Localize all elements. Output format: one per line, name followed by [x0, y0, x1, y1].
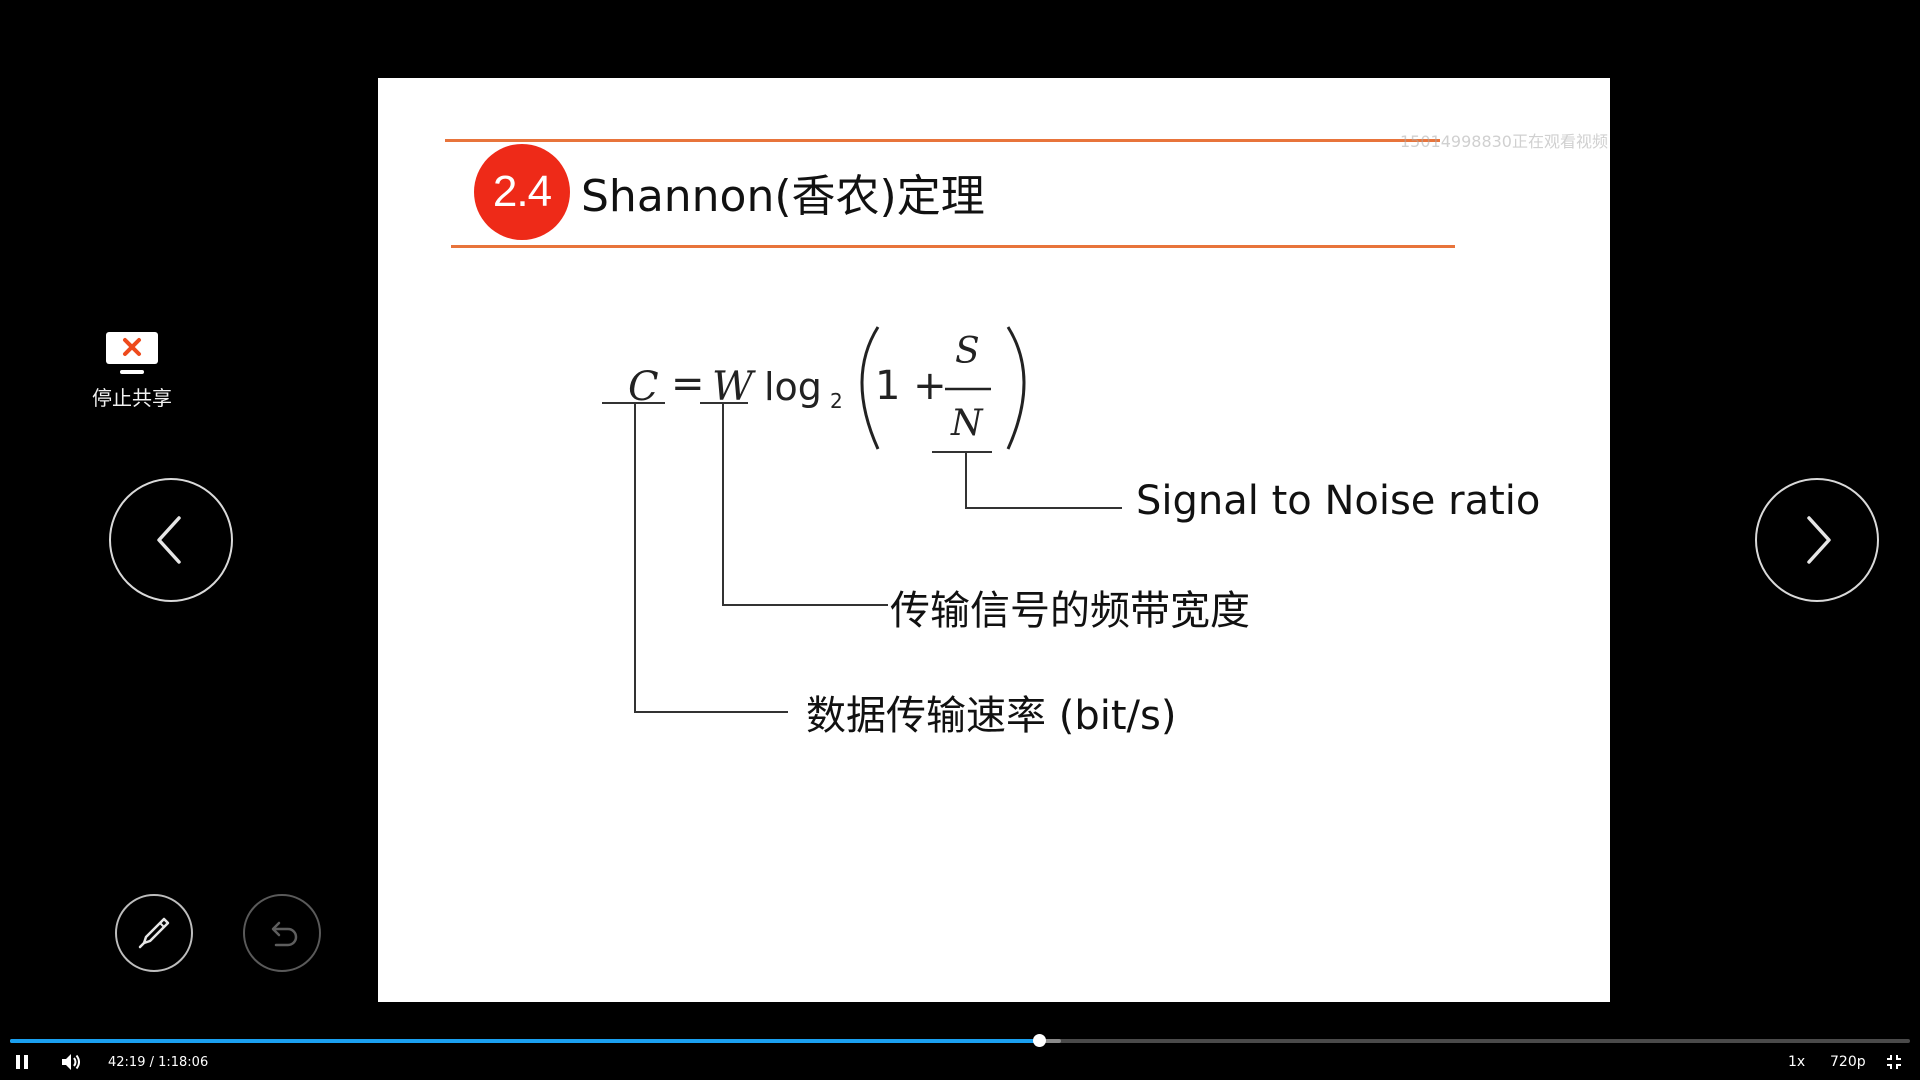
quality-button[interactable]: 720p [1830, 1050, 1866, 1074]
exit-fullscreen-icon [1887, 1055, 1901, 1069]
stop-share-button[interactable]: 停止共享 [82, 330, 182, 414]
formula-diagram-lines [602, 326, 1122, 713]
pause-icon [16, 1055, 28, 1069]
undo-icon [271, 921, 298, 947]
data-rate-label: 数据传输速率 (bit/s) [806, 693, 1177, 739]
undo-button[interactable] [243, 894, 321, 972]
chevron-left-icon [157, 516, 181, 564]
presentation-slide: 15014998830正在观看视频 2.4 Shannon(香农)定理 C = … [378, 78, 1610, 1002]
time-display: 42:19 / 1:18:06 [108, 1054, 209, 1070]
pen-icon [138, 917, 170, 949]
chevron-right-icon [1807, 516, 1831, 564]
progress-bar[interactable] [10, 1034, 1910, 1047]
next-slide-button[interactable] [1755, 478, 1879, 602]
stop-share-label: 停止共享 [92, 386, 172, 410]
pause-button[interactable] [14, 1050, 36, 1074]
bandwidth-label: 传输信号的频带宽度 [890, 588, 1250, 634]
progress-fill [10, 1039, 1040, 1043]
exit-fullscreen-button[interactable] [1886, 1050, 1906, 1074]
previous-slide-button[interactable] [109, 478, 233, 602]
speaker-icon [62, 1054, 80, 1070]
monitor-close-icon [106, 332, 158, 374]
snr-label: Signal to Noise ratio [1136, 478, 1541, 524]
volume-button[interactable] [60, 1050, 86, 1074]
progress-thumb[interactable] [1033, 1034, 1047, 1047]
playback-speed-button[interactable]: 1x [1788, 1050, 1805, 1074]
pen-tool-button[interactable] [115, 894, 193, 972]
